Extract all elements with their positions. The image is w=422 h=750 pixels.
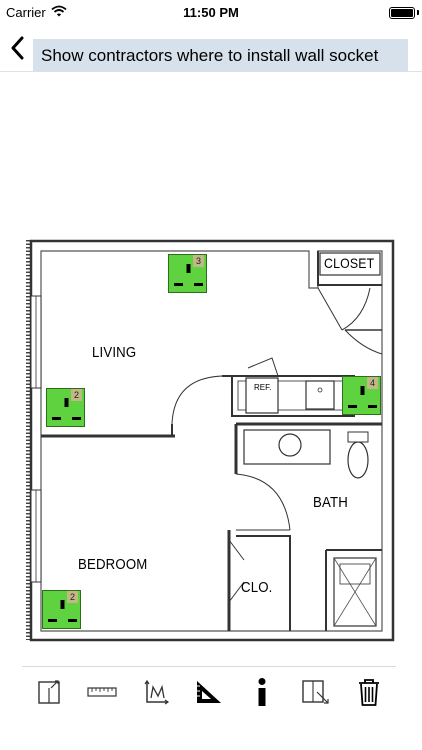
socket-number: 2 [67,591,78,603]
room-label-bedroom: BEDROOM [78,556,148,573]
measure-tool-button[interactable] [136,672,176,712]
wall-socket[interactable]: 3 [168,254,207,293]
trash-icon [359,678,380,706]
door-icon [38,679,60,704]
resize-panel-icon [302,679,329,704]
wall-socket[interactable]: 2 [42,590,81,629]
battery-tip [417,10,419,15]
floor-plan-drawing [26,239,395,642]
floor-plan[interactable]: LIVING BEDROOM BATH CLOSET CLO. REF. 3 2… [22,238,396,644]
door-tool-button[interactable] [29,672,69,712]
status-bar: Carrier 11:50 PM [0,0,422,26]
room-label-living: LIVING [92,344,137,361]
delete-button[interactable] [349,672,389,712]
ruler-icon [87,686,117,697]
socket-number: 3 [193,255,204,267]
info-icon [258,677,266,706]
room-label-ref: REF. [254,383,272,392]
socket-number: 2 [71,389,82,401]
socket-number: 4 [367,377,378,389]
wall-socket[interactable]: 4 [342,376,381,415]
room-label-clo: CLO. [241,579,273,596]
info-button[interactable] [242,672,282,712]
ruler-tool-button[interactable] [82,672,122,712]
chart-axis-icon [144,679,169,704]
navigation-bar: Show contractors where to install wall s… [0,26,422,72]
toolbar [22,666,396,716]
battery-icon [389,7,415,19]
back-button[interactable] [4,30,30,66]
angle-tool-button[interactable] [189,672,229,712]
battery-level [391,9,413,17]
chevron-left-icon [11,36,24,60]
resize-tool-button[interactable] [296,672,336,712]
page-title: Show contractors where to install wall s… [33,39,408,72]
room-label-bath: BATH [313,494,348,511]
wall-socket[interactable]: 2 [46,388,85,427]
set-square-icon [196,680,221,703]
status-time: 11:50 PM [183,5,239,20]
room-label-closet: CLOSET [324,255,375,271]
